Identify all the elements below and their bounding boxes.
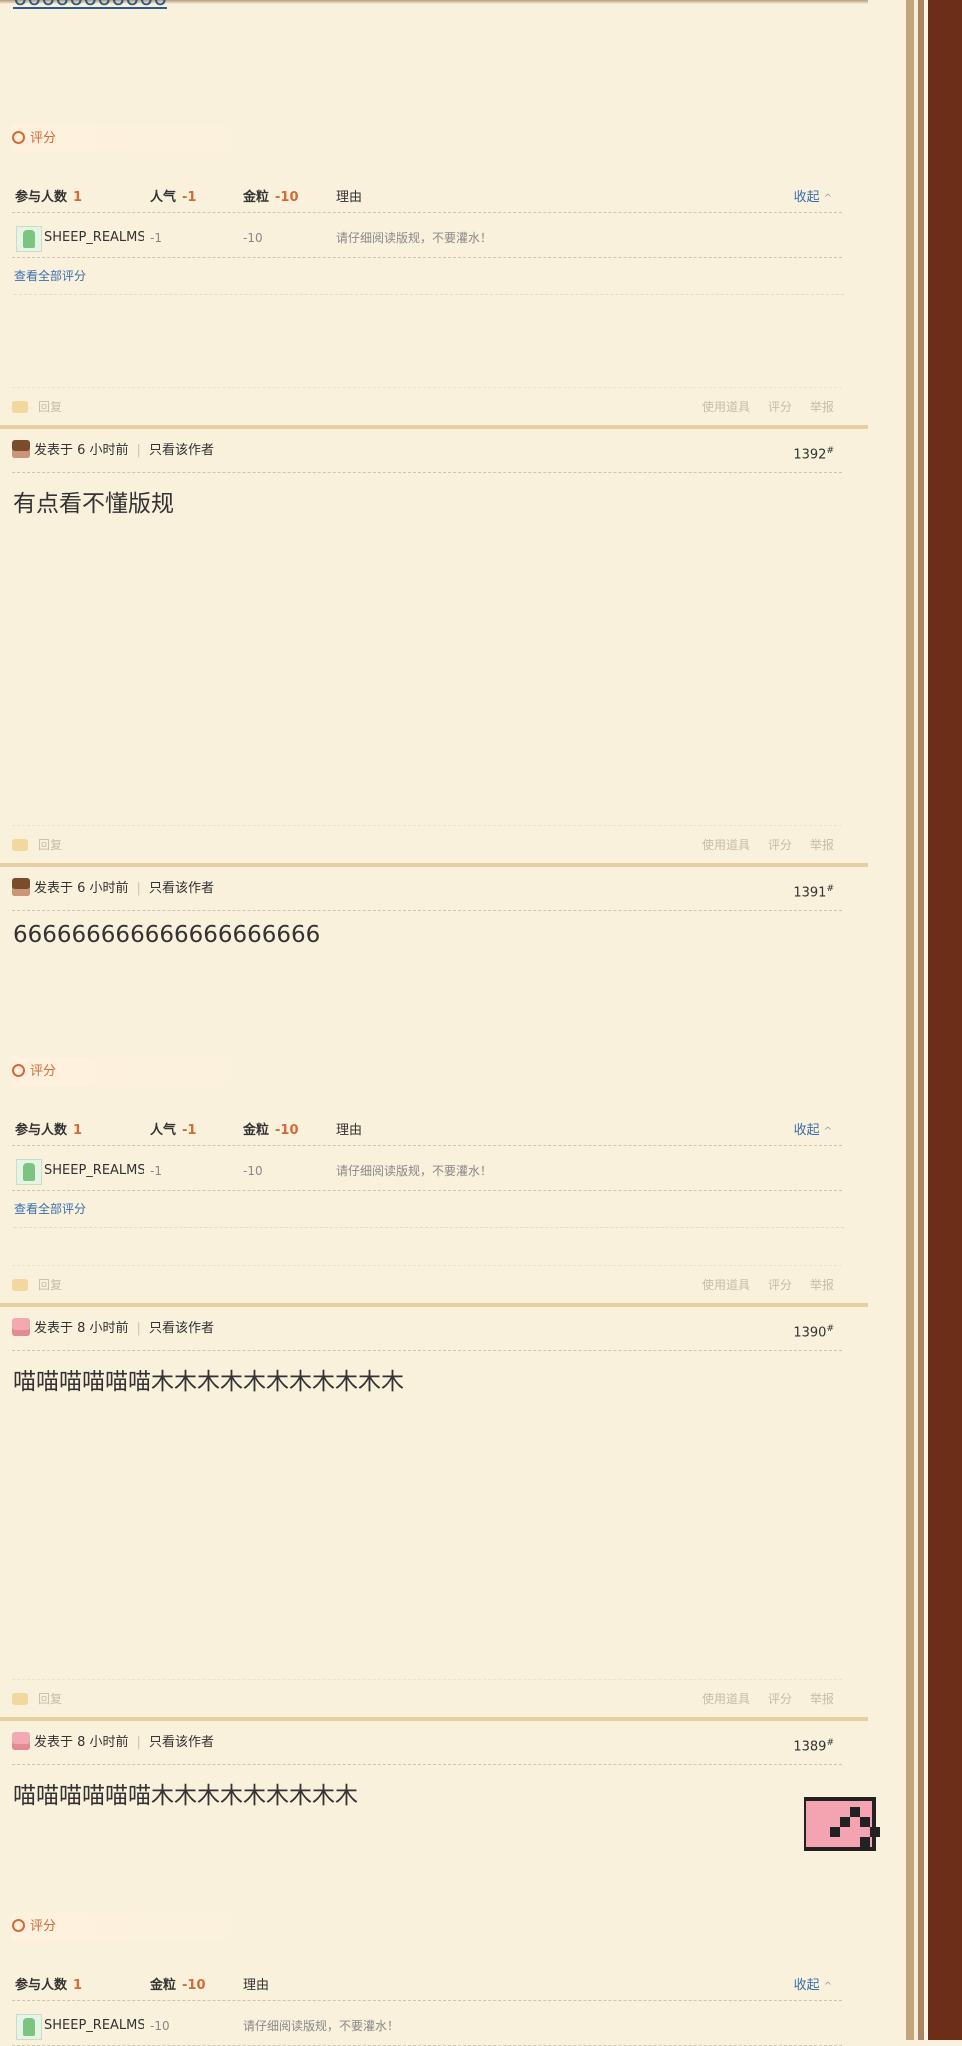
rating-row: SHEEP_REALMS -1 -10 请仔细阅读版规，不要灌水！	[12, 1152, 842, 1191]
popularity-label: 人气 -1	[150, 1123, 197, 1138]
rating-header: 参与人数 1 金粒 -10 理由 收起	[12, 1972, 842, 2001]
rater-name[interactable]: SHEEP_REALMS	[44, 1152, 144, 1190]
forum-thread: 66666666666 评分 参与人数1 人气-1 金粒-10 理由 收起 SH…	[0, 0, 868, 2046]
report-button[interactable]: 举报	[810, 400, 834, 414]
only-author-link[interactable]: 只看该作者	[149, 1321, 214, 1336]
rater-popularity: -1	[150, 1164, 162, 1178]
collapse-button[interactable]: 收起	[794, 184, 832, 213]
rater-gold: -10	[243, 1164, 263, 1178]
reason-label: 理由	[243, 1978, 270, 1993]
post-header: 发表于 8 小时前 | 只看该作者 1389#	[12, 1722, 842, 1765]
page-right-border	[906, 0, 962, 2040]
gold-label: 金粒 -10	[243, 190, 299, 205]
rating-circle-icon	[12, 1919, 25, 1932]
avatar[interactable]	[12, 1732, 30, 1750]
post-time: 发表于 8 小时前	[34, 1735, 129, 1750]
reply-icon	[12, 1279, 28, 1291]
post-content: 喵喵喵喵喵喵木木木木木木木木木	[13, 1783, 358, 1809]
post-header: 发表于 8 小时前 | 只看该作者 1390#	[12, 1308, 842, 1351]
avatar[interactable]	[12, 1318, 30, 1336]
floor-number[interactable]: 1392#	[793, 430, 834, 476]
reply-icon	[12, 401, 28, 413]
use-item-button[interactable]: 使用道具	[702, 1692, 750, 1706]
participants-label: 参与人数 1	[15, 1123, 83, 1138]
rater-reason: 请仔细阅读版规，不要灌水！	[336, 1164, 493, 1178]
post-divider	[0, 1717, 868, 1721]
gold-label: 金粒 -10	[243, 1123, 299, 1138]
rater-reason: 请仔细阅读版规，不要灌水！	[336, 231, 493, 245]
floor-number[interactable]: 1389#	[793, 1722, 834, 1768]
rate-button[interactable]: 评分	[768, 1278, 792, 1292]
post-header: 发表于 6 小时前 | 只看该作者 1392#	[12, 430, 842, 473]
post-action-bar: 回复 使用道具 评分 举报	[12, 1265, 842, 1304]
pig-sprite-icon	[804, 1797, 880, 1851]
only-author-link[interactable]: 只看该作者	[149, 443, 214, 458]
rating-title: 评分	[12, 125, 312, 153]
post-action-bar: 回复 使用道具 评分 举报	[12, 1679, 842, 1718]
rate-button[interactable]: 评分	[768, 400, 792, 414]
avatar[interactable]	[12, 440, 30, 458]
rating-header: 参与人数 1 人气 -1 金粒 -10 理由 收起	[12, 1117, 842, 1146]
participants-label: 参与人数 1	[15, 190, 83, 205]
collapse-button[interactable]: 收起	[794, 1972, 832, 2001]
post-divider	[0, 1303, 868, 1307]
rating-row: SHEEP_REALMS -10 请仔细阅读版规，不要灌水！	[12, 2007, 842, 2046]
rating-circle-icon	[12, 1064, 25, 1077]
rater-popularity: -1	[150, 231, 162, 245]
report-button[interactable]: 举报	[810, 1278, 834, 1292]
use-item-button[interactable]: 使用道具	[702, 1278, 750, 1292]
rater-gold: -10	[243, 231, 263, 245]
report-button[interactable]: 举报	[810, 838, 834, 852]
post-time: 发表于 6 小时前	[34, 443, 129, 458]
post-divider	[0, 425, 868, 429]
rating-header: 参与人数 1 人气 -1 金粒 -10 理由 收起	[12, 184, 842, 213]
rating-row: SHEEP_REALMS -1 -10 请仔细阅读版规，不要灌水！	[12, 219, 842, 258]
avatar[interactable]	[16, 2014, 42, 2040]
reply-icon	[12, 1693, 28, 1705]
popularity-label: 人气 -1	[150, 190, 197, 205]
collapse-button[interactable]: 收起	[794, 1117, 832, 1146]
reply-button[interactable]: 回复	[38, 1692, 62, 1706]
avatar[interactable]	[16, 226, 42, 252]
reply-button[interactable]: 回复	[38, 1278, 62, 1292]
only-author-link[interactable]: 只看该作者	[149, 1735, 214, 1750]
post-content: 有点看不懂版规	[13, 491, 174, 517]
view-all-ratings-link[interactable]: 查看全部评分	[14, 258, 844, 295]
rating-title: 评分	[12, 1913, 312, 1941]
rate-button[interactable]: 评分	[768, 838, 792, 852]
post-time: 发表于 6 小时前	[34, 881, 129, 896]
post-action-bar: 回复 使用道具 评分 举报	[12, 825, 842, 864]
post-divider	[0, 863, 868, 867]
rater-reason: 请仔细阅读版规，不要灌水！	[243, 2019, 400, 2033]
rating-circle-icon	[12, 131, 25, 144]
post-content: 喵喵喵喵喵喵木木木木木木木木木木木	[13, 1369, 404, 1395]
floor-number[interactable]: 1391#	[793, 868, 834, 914]
rater-name[interactable]: SHEEP_REALMS	[44, 2007, 144, 2045]
post-content: 666666666666666666666	[13, 922, 321, 948]
post-action-bar: 回复 使用道具 评分 举报	[12, 387, 842, 426]
gold-label: 金粒 -10	[150, 1978, 206, 1993]
avatar[interactable]	[12, 878, 30, 896]
reply-icon	[12, 839, 28, 851]
rater-name[interactable]: SHEEP_REALMS	[44, 219, 144, 257]
reply-button[interactable]: 回复	[38, 838, 62, 852]
reason-label: 理由	[336, 190, 363, 205]
view-all-ratings-link[interactable]: 查看全部评分	[14, 1191, 844, 1228]
reason-label: 理由	[336, 1123, 363, 1138]
rate-button[interactable]: 评分	[768, 1692, 792, 1706]
avatar[interactable]	[16, 1159, 42, 1185]
post-header: 发表于 6 小时前 | 只看该作者 1391#	[12, 868, 842, 911]
only-author-link[interactable]: 只看该作者	[149, 881, 214, 896]
use-item-button[interactable]: 使用道具	[702, 838, 750, 852]
rater-gold: -10	[150, 2019, 170, 2033]
floor-number[interactable]: 1390#	[793, 1308, 834, 1354]
report-button[interactable]: 举报	[810, 1692, 834, 1706]
use-item-button[interactable]: 使用道具	[702, 400, 750, 414]
post-link[interactable]: 66666666666	[13, 0, 167, 11]
rating-title: 评分	[12, 1058, 312, 1086]
reply-button[interactable]: 回复	[38, 400, 62, 414]
participants-label: 参与人数 1	[15, 1978, 83, 1993]
post-time: 发表于 8 小时前	[34, 1321, 129, 1336]
